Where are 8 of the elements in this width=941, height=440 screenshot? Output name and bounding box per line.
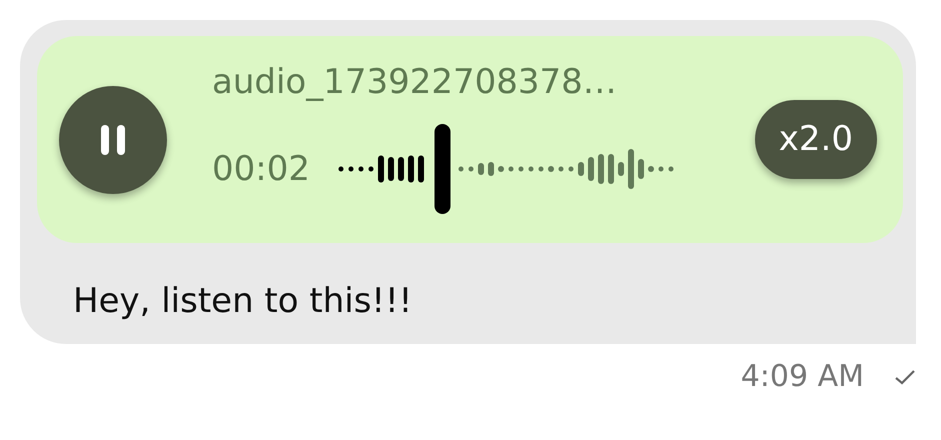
audio-file-name: audio_173922708378… — [212, 64, 617, 98]
pause-button[interactable] — [59, 86, 167, 194]
pause-icon — [99, 124, 127, 154]
message-time: 4:09 AM — [740, 358, 864, 396]
playback-speed-button[interactable]: x2.0 — [754, 100, 877, 179]
elapsed-time: 00:02 — [212, 152, 310, 186]
message-text: Hey, listen to this!!! — [72, 280, 414, 320]
playhead-thumb[interactable] — [434, 124, 450, 214]
